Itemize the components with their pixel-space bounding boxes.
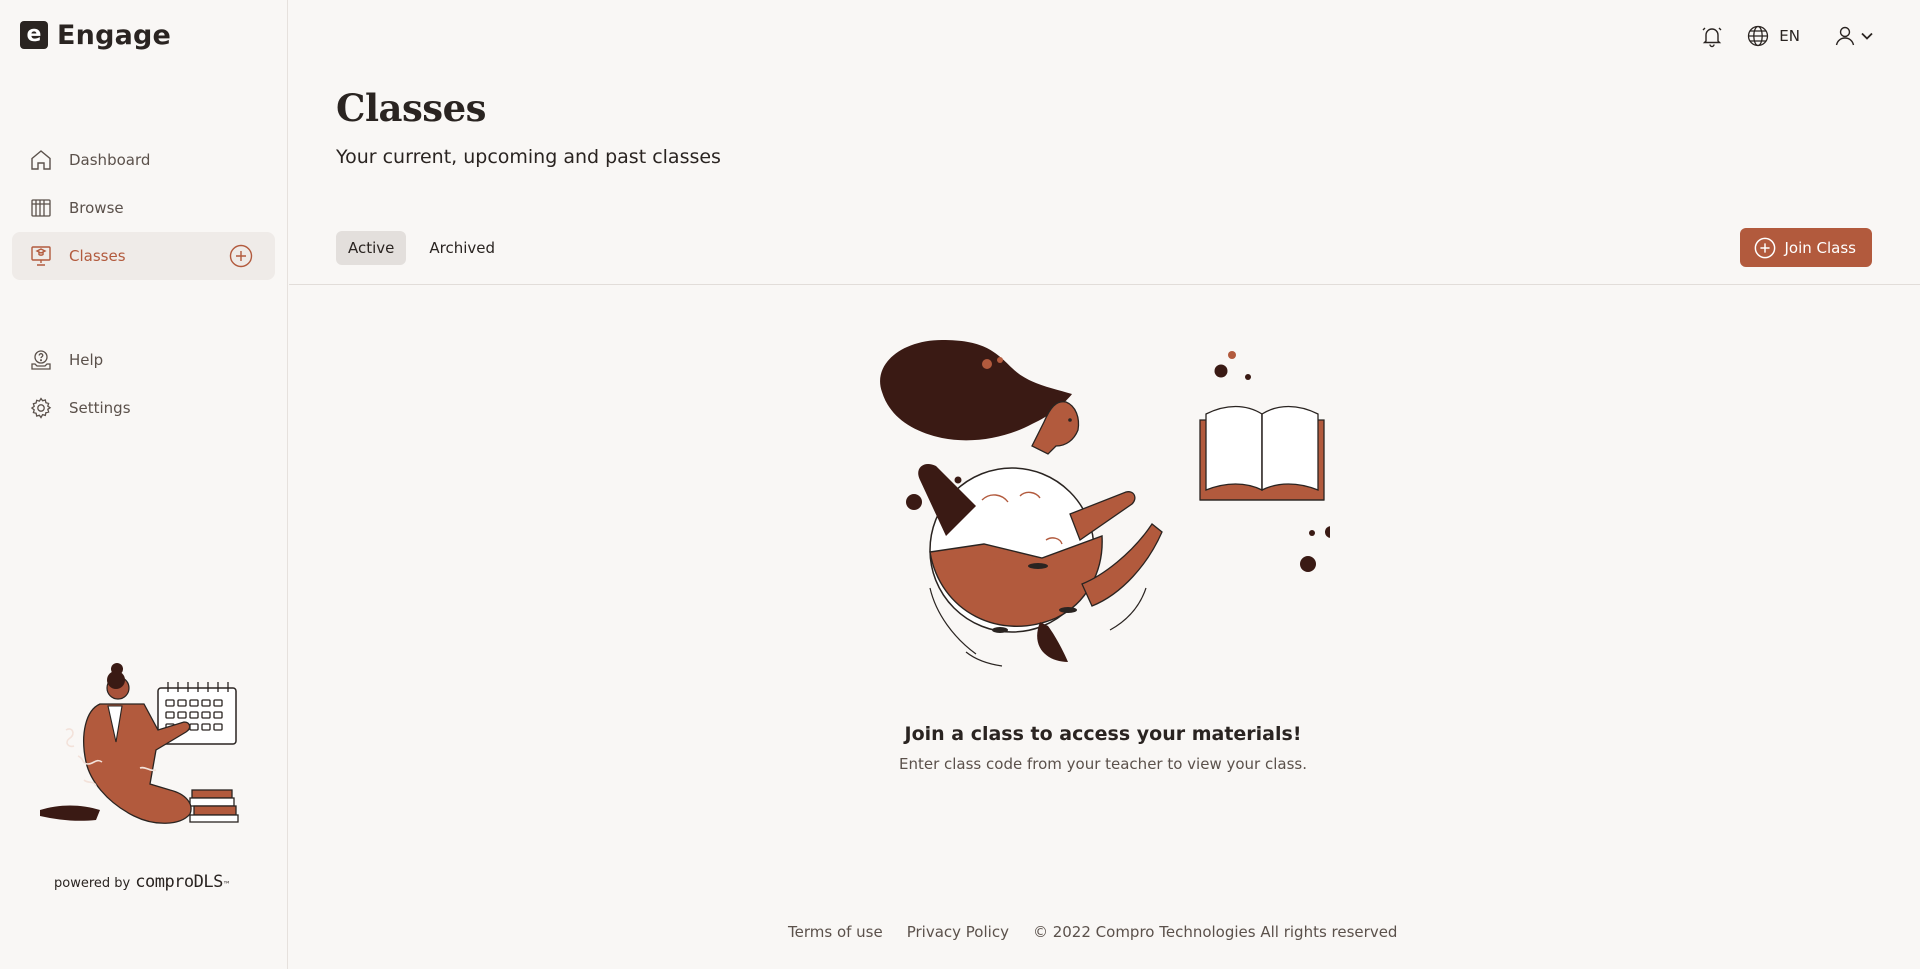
help-icon [28, 347, 54, 373]
join-class-button[interactable]: Join Class [1740, 228, 1872, 267]
sidebar-nav-secondary: Help Settings [12, 336, 275, 432]
sidebar-item-browse[interactable]: Browse [12, 184, 275, 232]
powered-by: powered by comproDLS ™ [54, 872, 231, 892]
sidebar-item-dashboard[interactable]: Dashboard [12, 136, 275, 184]
sidebar-item-label: Classes [69, 247, 126, 265]
user-menu[interactable] [1832, 23, 1876, 49]
trademark: ™ [222, 880, 231, 889]
empty-state-title: Join a class to access your materials! [904, 723, 1302, 745]
sidebar-item-label: Settings [69, 399, 131, 417]
sidebar-item-help[interactable]: Help [12, 336, 275, 384]
tab-archived[interactable]: Archived [417, 231, 507, 265]
add-class-icon[interactable] [229, 244, 253, 268]
notification-bell-icon[interactable] [1699, 23, 1725, 49]
sidebar-item-label: Help [69, 351, 104, 369]
divider [289, 284, 1920, 285]
engage-logo-icon: e [20, 21, 48, 49]
powered-by-brand: comproDLS [135, 872, 223, 892]
powered-by-label: powered by [54, 876, 131, 891]
sidebar-item-classes[interactable]: Classes [12, 232, 275, 280]
empty-state-illustration [880, 340, 1330, 667]
copyright: © 2022 Compro Technologies All rights re… [1032, 923, 1398, 941]
class-tabs: Active Archived [336, 231, 518, 265]
brand[interactable]: e Engage [20, 19, 172, 51]
sidebar-item-label: Browse [69, 199, 124, 217]
join-class-label: Join Class [1784, 238, 1856, 257]
globe-icon [1745, 23, 1771, 49]
sidebar: e Engage Dashboard Browse Classes Help S… [0, 0, 288, 969]
chevron-down-icon [1858, 23, 1876, 49]
page-subtitle: Your current, upcoming and past classes [336, 146, 721, 168]
language-label: EN [1779, 27, 1800, 45]
gear-icon [28, 395, 54, 421]
tab-active[interactable]: Active [336, 231, 407, 265]
plus-circle-icon [1754, 237, 1776, 259]
sidebar-nav: Dashboard Browse Classes [12, 136, 275, 280]
language-selector[interactable]: EN [1745, 23, 1800, 49]
books-icon [28, 195, 54, 221]
topbar: EN [1699, 22, 1876, 50]
home-icon [28, 147, 54, 173]
empty-state-subtitle: Enter class code from your teacher to vi… [898, 755, 1307, 773]
page-title: Classes [336, 86, 487, 130]
terms-link[interactable]: Terms of use [788, 923, 883, 941]
user-icon [1832, 23, 1858, 49]
footer: Terms of use Privacy Policy © 2022 Compr… [788, 923, 1397, 941]
classroom-icon [28, 243, 54, 269]
privacy-link[interactable]: Privacy Policy [907, 923, 1009, 941]
calendar-illustration [40, 663, 239, 824]
sidebar-item-settings[interactable]: Settings [12, 384, 275, 432]
brand-name: Engage [57, 19, 172, 51]
sidebar-item-label: Dashboard [69, 151, 151, 169]
